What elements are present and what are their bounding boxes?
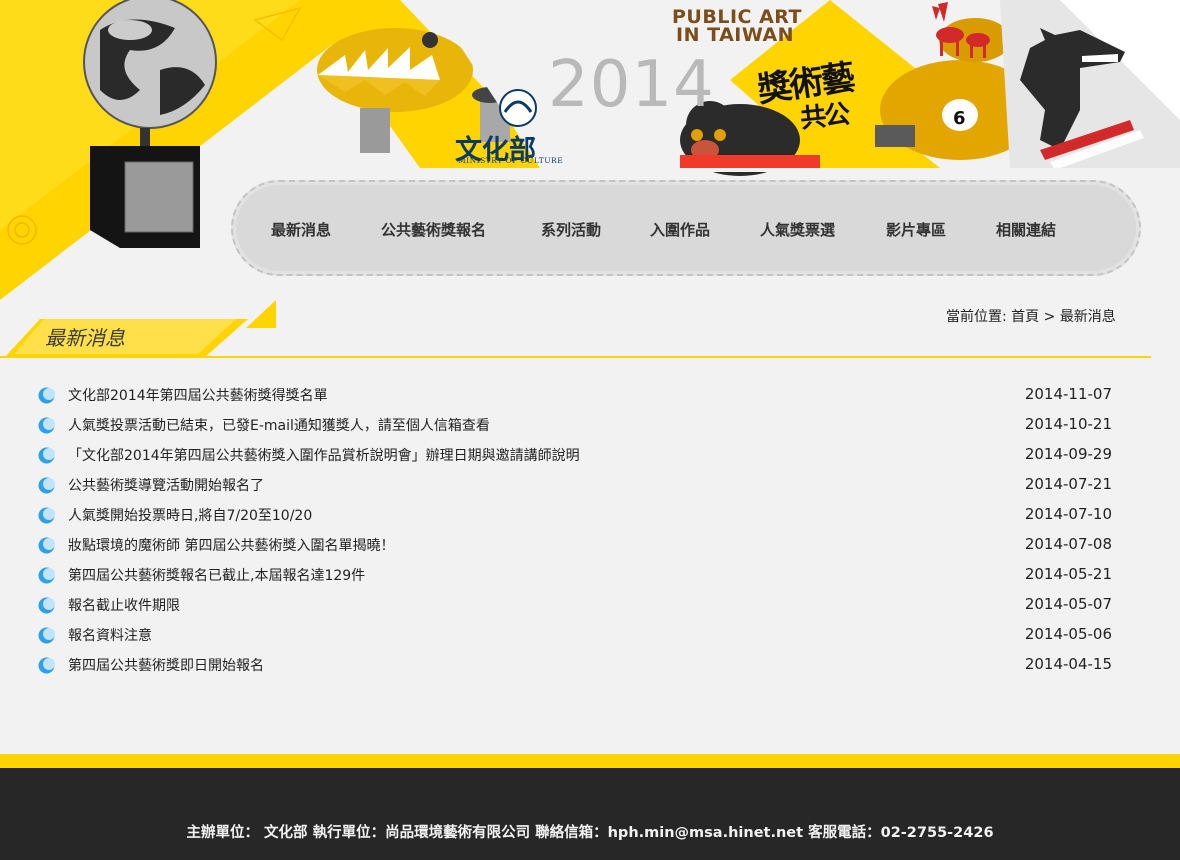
news-title-link[interactable]: 人氣獎投票活動已結束，已發E-mail通知獲獎人，請至個人信箱查看 (68, 415, 490, 435)
page-title: 最新消息 (45, 326, 125, 350)
news-item[interactable]: 「文化部2014年第四屆公共藝術獎入圍作品賞析說明會」辦理日期與邀請講師說明 20… (38, 444, 1118, 474)
news-title-link[interactable]: 妝點環境的魔術師 第四屆公共藝術獎入圍名單揭曉！ (68, 535, 394, 555)
news-title-link[interactable]: 報名截止收件期限 (68, 595, 180, 615)
ministry-logo-icon (499, 89, 537, 127)
news-date: 2014-05-06 (1024, 625, 1112, 643)
news-title-link[interactable]: 公共藝術獎導覽活動開始報名了 (68, 475, 264, 495)
moon-bullet-icon (38, 477, 55, 494)
footer (0, 768, 1180, 860)
moon-bullet-icon (38, 597, 55, 614)
breadcrumb: 當前位置: 首頁 > 最新消息 (946, 306, 1116, 326)
nav-item-registration[interactable]: 公共藝術獎報名 (381, 219, 486, 240)
moon-bullet-icon (38, 627, 55, 644)
news-list: 文化部2014年第四屆公共藝術獎得獎名單 2014-11-07 人氣獎投票活動已結束… (38, 384, 1118, 684)
news-item[interactable]: 報名截止收件期限 2014-05-07 (38, 594, 1118, 624)
news-title-link[interactable]: 人氣獎開始投票時日,將自7/20至10/20 (68, 505, 312, 525)
banner-title-line2: IN TAIWAN (676, 24, 795, 46)
moon-bullet-icon (38, 567, 55, 584)
moon-bullet-icon (38, 657, 55, 674)
nav-item-links[interactable]: 相關連結 (996, 219, 1056, 240)
news-date: 2014-05-07 (1024, 595, 1112, 613)
footer-accent-stripe (0, 754, 1180, 768)
moon-bullet-icon (38, 507, 55, 524)
svg-text:6: 6 (953, 108, 966, 129)
breadcrumb-home-link[interactable]: 首頁 (1011, 309, 1039, 325)
nav-item-events[interactable]: 系列活動 (541, 219, 601, 240)
moon-bullet-icon (38, 387, 55, 404)
breadcrumb-current: 最新消息 (1059, 309, 1116, 325)
news-item[interactable]: 公共藝術獎導覽活動開始報名了 2014-07-21 (38, 474, 1118, 504)
moon-bullet-icon (38, 417, 55, 434)
news-item[interactable]: 人氣獎投票活動已結束，已發E-mail通知獲獎人，請至個人信箱查看 2014-10… (38, 414, 1118, 444)
news-item[interactable]: 人氣獎開始投票時日,將自7/20至10/20 2014-07-10 (38, 504, 1118, 534)
news-title-link[interactable]: 第四屆公共藝術獎報名已截止,本屆報名達129件 (68, 565, 365, 585)
news-item[interactable]: 妝點環境的魔術師 第四屆公共藝術獎入圍名單揭曉！ 2014-07-08 (38, 534, 1118, 564)
news-item[interactable]: 第四屆公共藝術獎即日開始報名 2014-04-15 (38, 654, 1118, 684)
moon-bullet-icon (38, 537, 55, 554)
news-date: 2014-07-08 (1024, 535, 1112, 553)
news-item[interactable]: 第四屆公共藝術獎報名已截止,本屆報名達129件 2014-05-21 (38, 564, 1118, 594)
moon-bullet-icon (38, 447, 55, 464)
news-date: 2014-05-21 (1024, 565, 1112, 583)
news-date: 2014-07-21 (1024, 475, 1112, 493)
news-title-link[interactable]: 「文化部2014年第四屆公共藝術獎入圍作品賞析說明會」辦理日期與邀請講師說明 (68, 445, 580, 465)
breadcrumb-prefix: 當前位置: (946, 309, 1007, 325)
news-date: 2014-10-21 (1024, 415, 1112, 433)
news-date: 2014-09-29 (1024, 445, 1112, 463)
news-title-link[interactable]: 第四屆公共藝術獎即日開始報名 (68, 655, 264, 675)
news-title-link[interactable]: 文化部2014年第四屆公共藝術獎得獎名單 (68, 385, 328, 405)
news-date: 2014-11-07 (1024, 385, 1112, 403)
news-item[interactable]: 報名資料注意 2014-05-06 (38, 624, 1118, 654)
breadcrumb-separator: > (1043, 309, 1056, 325)
banner-year: 2014 (548, 48, 715, 122)
news-title-link[interactable]: 報名資料注意 (68, 625, 152, 645)
ministry-name-en: MINISTRY OF CULTURE (458, 156, 564, 165)
nav-item-latest-news[interactable]: 最新消息 (271, 219, 331, 240)
footer-info: 主辦單位： 文化部 執行單位：尚品環境藝術有限公司 聯絡信箱：hph.min@m… (186, 825, 994, 841)
news-date: 2014-04-15 (1024, 655, 1112, 673)
calligraphy-line2: 共公 (798, 99, 850, 135)
news-date: 2014-07-10 (1024, 505, 1112, 523)
nav-item-videos[interactable]: 影片專區 (886, 219, 946, 240)
nav-item-finalists[interactable]: 入圍作品 (650, 219, 710, 240)
news-item[interactable]: 文化部2014年第四屆公共藝術獎得獎名單 2014-11-07 (38, 384, 1118, 414)
nav-item-popular-vote[interactable]: 人氣獎票選 (760, 219, 835, 240)
